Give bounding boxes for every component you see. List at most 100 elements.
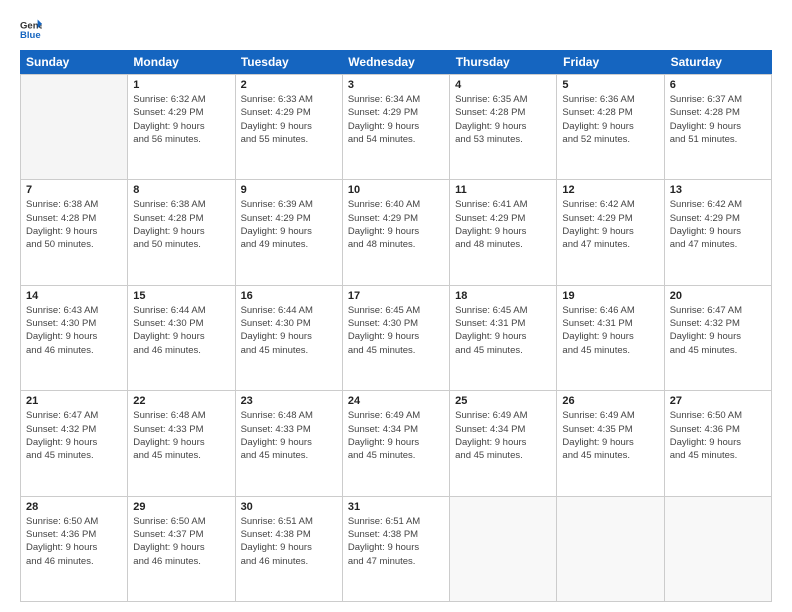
weekday-header: Thursday	[450, 50, 557, 74]
cell-info-line: Sunset: 4:37 PM	[133, 528, 229, 541]
calendar-row: 21Sunrise: 6:47 AMSunset: 4:32 PMDayligh…	[21, 391, 772, 496]
cell-info-line: Sunrise: 6:50 AM	[133, 515, 229, 528]
cell-info-line: and 47 minutes.	[348, 555, 444, 568]
cell-info-line: Daylight: 9 hours	[241, 436, 337, 449]
cell-info-line: Sunrise: 6:50 AM	[26, 515, 122, 528]
cell-info-line: and 53 minutes.	[455, 133, 551, 146]
cell-info-line: and 46 minutes.	[26, 344, 122, 357]
day-number: 20	[670, 290, 766, 302]
calendar-row: 1Sunrise: 6:32 AMSunset: 4:29 PMDaylight…	[21, 75, 772, 180]
calendar-cell	[665, 497, 772, 601]
cell-info-line: Daylight: 9 hours	[348, 541, 444, 554]
cell-info-line: Sunrise: 6:49 AM	[348, 409, 444, 422]
cell-info-line: Sunset: 4:36 PM	[26, 528, 122, 541]
weekday-header: Friday	[557, 50, 664, 74]
header: General Blue	[20, 18, 772, 40]
calendar-cell: 17Sunrise: 6:45 AMSunset: 4:30 PMDayligh…	[343, 286, 450, 390]
cell-info-line: and 50 minutes.	[26, 238, 122, 251]
day-number: 25	[455, 395, 551, 407]
calendar-cell: 30Sunrise: 6:51 AMSunset: 4:38 PMDayligh…	[236, 497, 343, 601]
cell-info-line: Daylight: 9 hours	[670, 330, 766, 343]
cell-info-line: Daylight: 9 hours	[348, 225, 444, 238]
day-number: 4	[455, 79, 551, 91]
cell-info-line: Sunrise: 6:43 AM	[26, 304, 122, 317]
cell-info-line: Daylight: 9 hours	[670, 225, 766, 238]
cell-info-line: and 46 minutes.	[133, 555, 229, 568]
cell-info-line: Sunset: 4:30 PM	[133, 317, 229, 330]
calendar-cell: 7Sunrise: 6:38 AMSunset: 4:28 PMDaylight…	[21, 180, 128, 284]
calendar: SundayMondayTuesdayWednesdayThursdayFrid…	[20, 50, 772, 602]
cell-info-line: Sunrise: 6:44 AM	[133, 304, 229, 317]
cell-info-line: and 50 minutes.	[133, 238, 229, 251]
day-number: 5	[562, 79, 658, 91]
cell-info-line: Daylight: 9 hours	[455, 330, 551, 343]
day-number: 12	[562, 184, 658, 196]
cell-info-line: Daylight: 9 hours	[562, 436, 658, 449]
day-number: 21	[26, 395, 122, 407]
calendar-cell: 2Sunrise: 6:33 AMSunset: 4:29 PMDaylight…	[236, 75, 343, 179]
calendar-header: SundayMondayTuesdayWednesdayThursdayFrid…	[20, 50, 772, 74]
cell-info-line: Daylight: 9 hours	[133, 436, 229, 449]
calendar-cell: 24Sunrise: 6:49 AMSunset: 4:34 PMDayligh…	[343, 391, 450, 495]
cell-info-line: Sunset: 4:29 PM	[348, 106, 444, 119]
day-number: 13	[670, 184, 766, 196]
day-number: 19	[562, 290, 658, 302]
weekday-header: Tuesday	[235, 50, 342, 74]
cell-info-line: Sunrise: 6:42 AM	[562, 198, 658, 211]
day-number: 9	[241, 184, 337, 196]
cell-info-line: Sunrise: 6:39 AM	[241, 198, 337, 211]
cell-info-line: Sunrise: 6:51 AM	[348, 515, 444, 528]
day-number: 15	[133, 290, 229, 302]
cell-info-line: Daylight: 9 hours	[562, 225, 658, 238]
cell-info-line: Sunrise: 6:47 AM	[670, 304, 766, 317]
cell-info-line: and 47 minutes.	[562, 238, 658, 251]
calendar-cell: 11Sunrise: 6:41 AMSunset: 4:29 PMDayligh…	[450, 180, 557, 284]
cell-info-line: Sunrise: 6:42 AM	[670, 198, 766, 211]
cell-info-line: Sunrise: 6:41 AM	[455, 198, 551, 211]
calendar-cell: 29Sunrise: 6:50 AMSunset: 4:37 PMDayligh…	[128, 497, 235, 601]
cell-info-line: Sunrise: 6:49 AM	[562, 409, 658, 422]
cell-info-line: Daylight: 9 hours	[348, 330, 444, 343]
cell-info-line: Daylight: 9 hours	[455, 436, 551, 449]
day-number: 23	[241, 395, 337, 407]
cell-info-line: Sunset: 4:29 PM	[241, 212, 337, 225]
calendar-row: 14Sunrise: 6:43 AMSunset: 4:30 PMDayligh…	[21, 286, 772, 391]
day-number: 8	[133, 184, 229, 196]
cell-info-line: Daylight: 9 hours	[133, 120, 229, 133]
calendar-cell	[557, 497, 664, 601]
cell-info-line: Sunset: 4:29 PM	[133, 106, 229, 119]
calendar-cell: 10Sunrise: 6:40 AMSunset: 4:29 PMDayligh…	[343, 180, 450, 284]
cell-info-line: and 45 minutes.	[241, 344, 337, 357]
cell-info-line: and 45 minutes.	[26, 449, 122, 462]
day-number: 11	[455, 184, 551, 196]
calendar-body: 1Sunrise: 6:32 AMSunset: 4:29 PMDaylight…	[20, 74, 772, 602]
day-number: 14	[26, 290, 122, 302]
calendar-cell: 20Sunrise: 6:47 AMSunset: 4:32 PMDayligh…	[665, 286, 772, 390]
calendar-cell: 31 Sunrise: 6:51 AMSunset: 4:38 PMDayligh…	[343, 497, 450, 601]
cell-info-line: and 45 minutes.	[670, 344, 766, 357]
cell-info-line: Sunrise: 6:40 AM	[348, 198, 444, 211]
cell-info-line: Sunset: 4:38 PM	[348, 528, 444, 541]
cell-info-line: Daylight: 9 hours	[348, 436, 444, 449]
cell-info-line: Sunrise: 6:46 AM	[562, 304, 658, 317]
cell-info-line: and 49 minutes.	[241, 238, 337, 251]
day-number: 6	[670, 79, 766, 91]
day-number: 31	[348, 501, 444, 513]
cell-info-line: Sunset: 4:30 PM	[241, 317, 337, 330]
calendar-cell: 25Sunrise: 6:49 AMSunset: 4:34 PMDayligh…	[450, 391, 557, 495]
cell-info-line: and 45 minutes.	[562, 344, 658, 357]
calendar-cell: 16Sunrise: 6:44 AMSunset: 4:30 PMDayligh…	[236, 286, 343, 390]
day-number: 28	[26, 501, 122, 513]
day-number: 18	[455, 290, 551, 302]
cell-info-line: Sunrise: 6:33 AM	[241, 93, 337, 106]
cell-info-line: and 48 minutes.	[455, 238, 551, 251]
cell-info-line: Daylight: 9 hours	[455, 120, 551, 133]
day-number: 10	[348, 184, 444, 196]
day-number: 7	[26, 184, 122, 196]
cell-info-line: Daylight: 9 hours	[241, 330, 337, 343]
calendar-cell: 22Sunrise: 6:48 AMSunset: 4:33 PMDayligh…	[128, 391, 235, 495]
calendar-cell	[450, 497, 557, 601]
weekday-header: Wednesday	[342, 50, 449, 74]
cell-info-line: Daylight: 9 hours	[26, 436, 122, 449]
day-number: 24	[348, 395, 444, 407]
